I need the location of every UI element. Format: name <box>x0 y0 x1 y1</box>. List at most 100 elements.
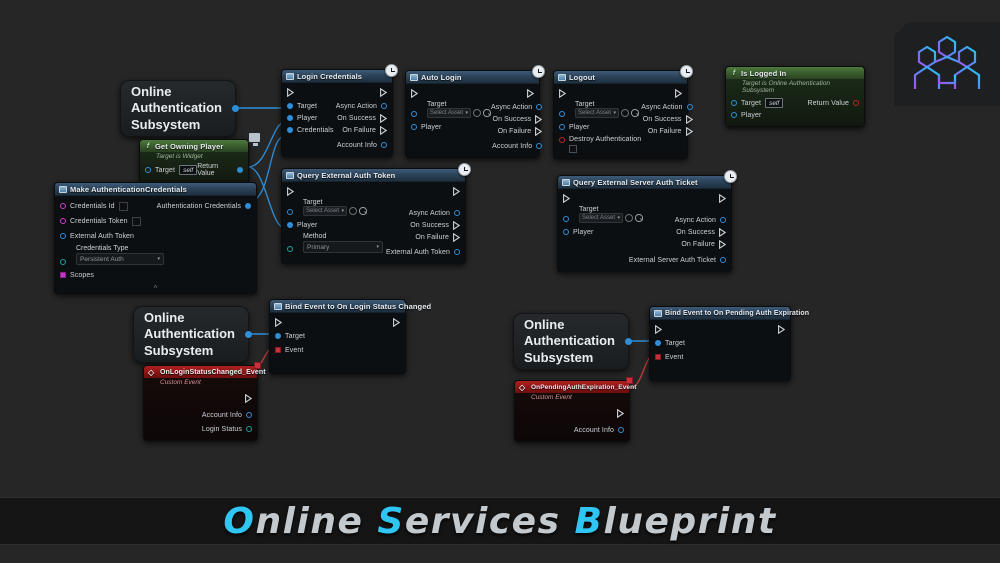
pin-return-value[interactable] <box>237 167 243 173</box>
pin-on-failure[interactable] <box>380 125 387 135</box>
pin-delegate-output[interactable] <box>626 377 633 384</box>
target-asset-picker[interactable]: Select Asset ▾ <box>427 108 471 118</box>
pin-async-action[interactable] <box>686 104 693 110</box>
pin-target[interactable] <box>731 100 737 106</box>
exec-in-pin[interactable] <box>563 194 570 203</box>
exec-in-pin[interactable] <box>287 187 294 196</box>
subsystem-node-1[interactable]: Online Authentication Subsystem <box>120 80 239 137</box>
exec-out-pin[interactable] <box>778 325 785 334</box>
bind-event-pending-auth-expiration-node[interactable]: Bind Event to On Pending Auth Expiration… <box>649 306 809 381</box>
pin-authentication-credentials[interactable] <box>245 203 251 209</box>
get-owning-player-node[interactable]: f Get Owning Player Target is Widget Tar… <box>139 139 249 183</box>
pin-player[interactable] <box>287 222 293 228</box>
pin-login-status[interactable] <box>246 426 252 432</box>
pin-target[interactable] <box>145 167 151 173</box>
blueprint-canvas[interactable]: Online Authentication Subsystem f Get Owni… <box>0 0 1000 563</box>
target-asset-picker[interactable]: Select Asset ▾ <box>303 206 347 216</box>
pin-target[interactable] <box>287 103 293 109</box>
exec-out-pin[interactable] <box>380 88 387 97</box>
pin-event[interactable] <box>275 347 281 353</box>
browse-asset-icon[interactable] <box>625 214 633 222</box>
exec-in-pin[interactable] <box>275 318 282 327</box>
target-value[interactable]: self <box>179 165 198 175</box>
pin-async-action[interactable] <box>454 210 460 216</box>
collapse-toggle[interactable]: ^ <box>55 285 256 293</box>
credentials-id-input[interactable] <box>118 201 128 211</box>
search-icon[interactable] <box>631 109 639 117</box>
search-icon[interactable] <box>635 214 643 222</box>
pin-external-auth-token[interactable] <box>454 249 460 255</box>
on-login-status-changed-event-node[interactable]: OnLoginStatusChanged_Event Custom Event … <box>143 362 266 441</box>
browse-asset-icon[interactable] <box>473 109 481 117</box>
on-pending-auth-expiration-event-node[interactable]: OnPendingAuthExpiration_Event Custom Eve… <box>514 377 636 442</box>
target-asset-picker[interactable]: Select Asset ▾ <box>579 213 623 223</box>
pin-account-info[interactable] <box>618 427 624 433</box>
bind-event-login-status-node[interactable]: Bind Event to On Login Status Changed Ta… <box>269 299 431 374</box>
pin-return-value[interactable] <box>853 100 859 106</box>
pin-credentials-id[interactable] <box>60 203 66 209</box>
target-value[interactable]: self <box>765 98 784 108</box>
pin-on-success[interactable] <box>535 114 543 124</box>
query-external-auth-token-node[interactable]: Query External Auth Token Target Select … <box>281 163 471 264</box>
pin-scopes[interactable] <box>60 272 66 278</box>
credentials-type-dropdown[interactable]: Persistent Auth ▾ <box>76 253 164 265</box>
target-asset-picker[interactable]: Select Asset ▾ <box>575 108 619 118</box>
pin-on-success[interactable] <box>380 113 387 123</box>
subsystem-node-3[interactable]: Online Authentication Subsystem <box>513 313 632 370</box>
pin-external-server-auth-ticket[interactable] <box>720 257 726 263</box>
subsystem-node-1-output-pin[interactable] <box>232 105 239 112</box>
pin-event[interactable] <box>655 354 661 360</box>
pin-on-failure[interactable] <box>535 126 543 136</box>
subsystem-node-2[interactable]: Online Authentication Subsystem <box>133 306 252 363</box>
exec-out-pin[interactable] <box>393 318 400 327</box>
search-icon[interactable] <box>359 207 367 215</box>
pin-credentials-token[interactable] <box>60 218 66 224</box>
exec-in-pin[interactable] <box>287 88 294 97</box>
pin-delegate-output[interactable] <box>254 362 261 369</box>
make-authentication-credentials-node[interactable]: Make AuthenticationCredentials Credentia… <box>54 182 257 294</box>
pin-async-action[interactable] <box>720 217 726 223</box>
auto-login-node[interactable]: Auto Login Target Select Asset ▾ Player … <box>405 65 545 158</box>
pin-destroy-authentication[interactable] <box>559 137 565 143</box>
credentials-token-input[interactable] <box>131 216 141 226</box>
pin-player[interactable] <box>287 115 293 121</box>
exec-in-pin[interactable] <box>559 89 566 98</box>
logout-node[interactable]: Logout Target Select Asset ▾ Player Dest… <box>553 65 693 159</box>
pin-account-info[interactable] <box>246 412 252 418</box>
query-external-server-auth-ticket-node[interactable]: Query External Server Auth Ticket Target <box>557 170 737 272</box>
exec-in-pin[interactable] <box>411 89 418 98</box>
exec-out-pin[interactable] <box>617 408 624 418</box>
exec-out-pin[interactable] <box>675 89 682 98</box>
login-credentials-node[interactable]: Login Credentials Target Async Action Pl… <box>281 64 398 157</box>
pin-on-success[interactable] <box>453 220 460 230</box>
pin-on-success[interactable] <box>685 114 693 124</box>
search-icon[interactable] <box>483 109 491 117</box>
browse-asset-icon[interactable] <box>349 207 357 215</box>
pin-account-info[interactable] <box>381 142 387 148</box>
pin-target[interactable] <box>275 333 281 339</box>
subsystem-node-3-output-pin[interactable] <box>625 338 632 345</box>
exec-in-pin[interactable] <box>655 325 662 334</box>
exec-out-pin[interactable] <box>245 393 252 403</box>
subsystem-node-2-output-pin[interactable] <box>245 331 252 338</box>
pin-credentials[interactable] <box>287 127 293 133</box>
pin-target[interactable] <box>655 340 661 346</box>
pin-on-success[interactable] <box>719 227 726 237</box>
exec-out-pin[interactable] <box>527 89 534 98</box>
pin-on-failure[interactable] <box>685 126 693 136</box>
pin-account-info[interactable] <box>536 143 543 149</box>
exec-out-pin[interactable] <box>453 187 460 196</box>
method-dropdown[interactable]: Primary ▾ <box>303 241 383 253</box>
destroy-authentication-checkbox[interactable] <box>569 145 577 153</box>
pin-on-failure[interactable] <box>719 239 726 249</box>
pin-async-action[interactable] <box>536 104 543 110</box>
pin-async-action[interactable] <box>381 103 387 109</box>
pin-player[interactable] <box>731 112 737 118</box>
pin-player[interactable] <box>563 229 569 235</box>
browse-asset-icon[interactable] <box>621 109 629 117</box>
is-logged-in-node[interactable]: f Is Logged In Target is Online Authenti… <box>725 66 865 127</box>
pin-player[interactable] <box>411 124 417 130</box>
pin-external-auth-token[interactable] <box>60 233 66 239</box>
exec-out-pin[interactable] <box>719 194 726 203</box>
pin-on-failure[interactable] <box>453 232 460 242</box>
